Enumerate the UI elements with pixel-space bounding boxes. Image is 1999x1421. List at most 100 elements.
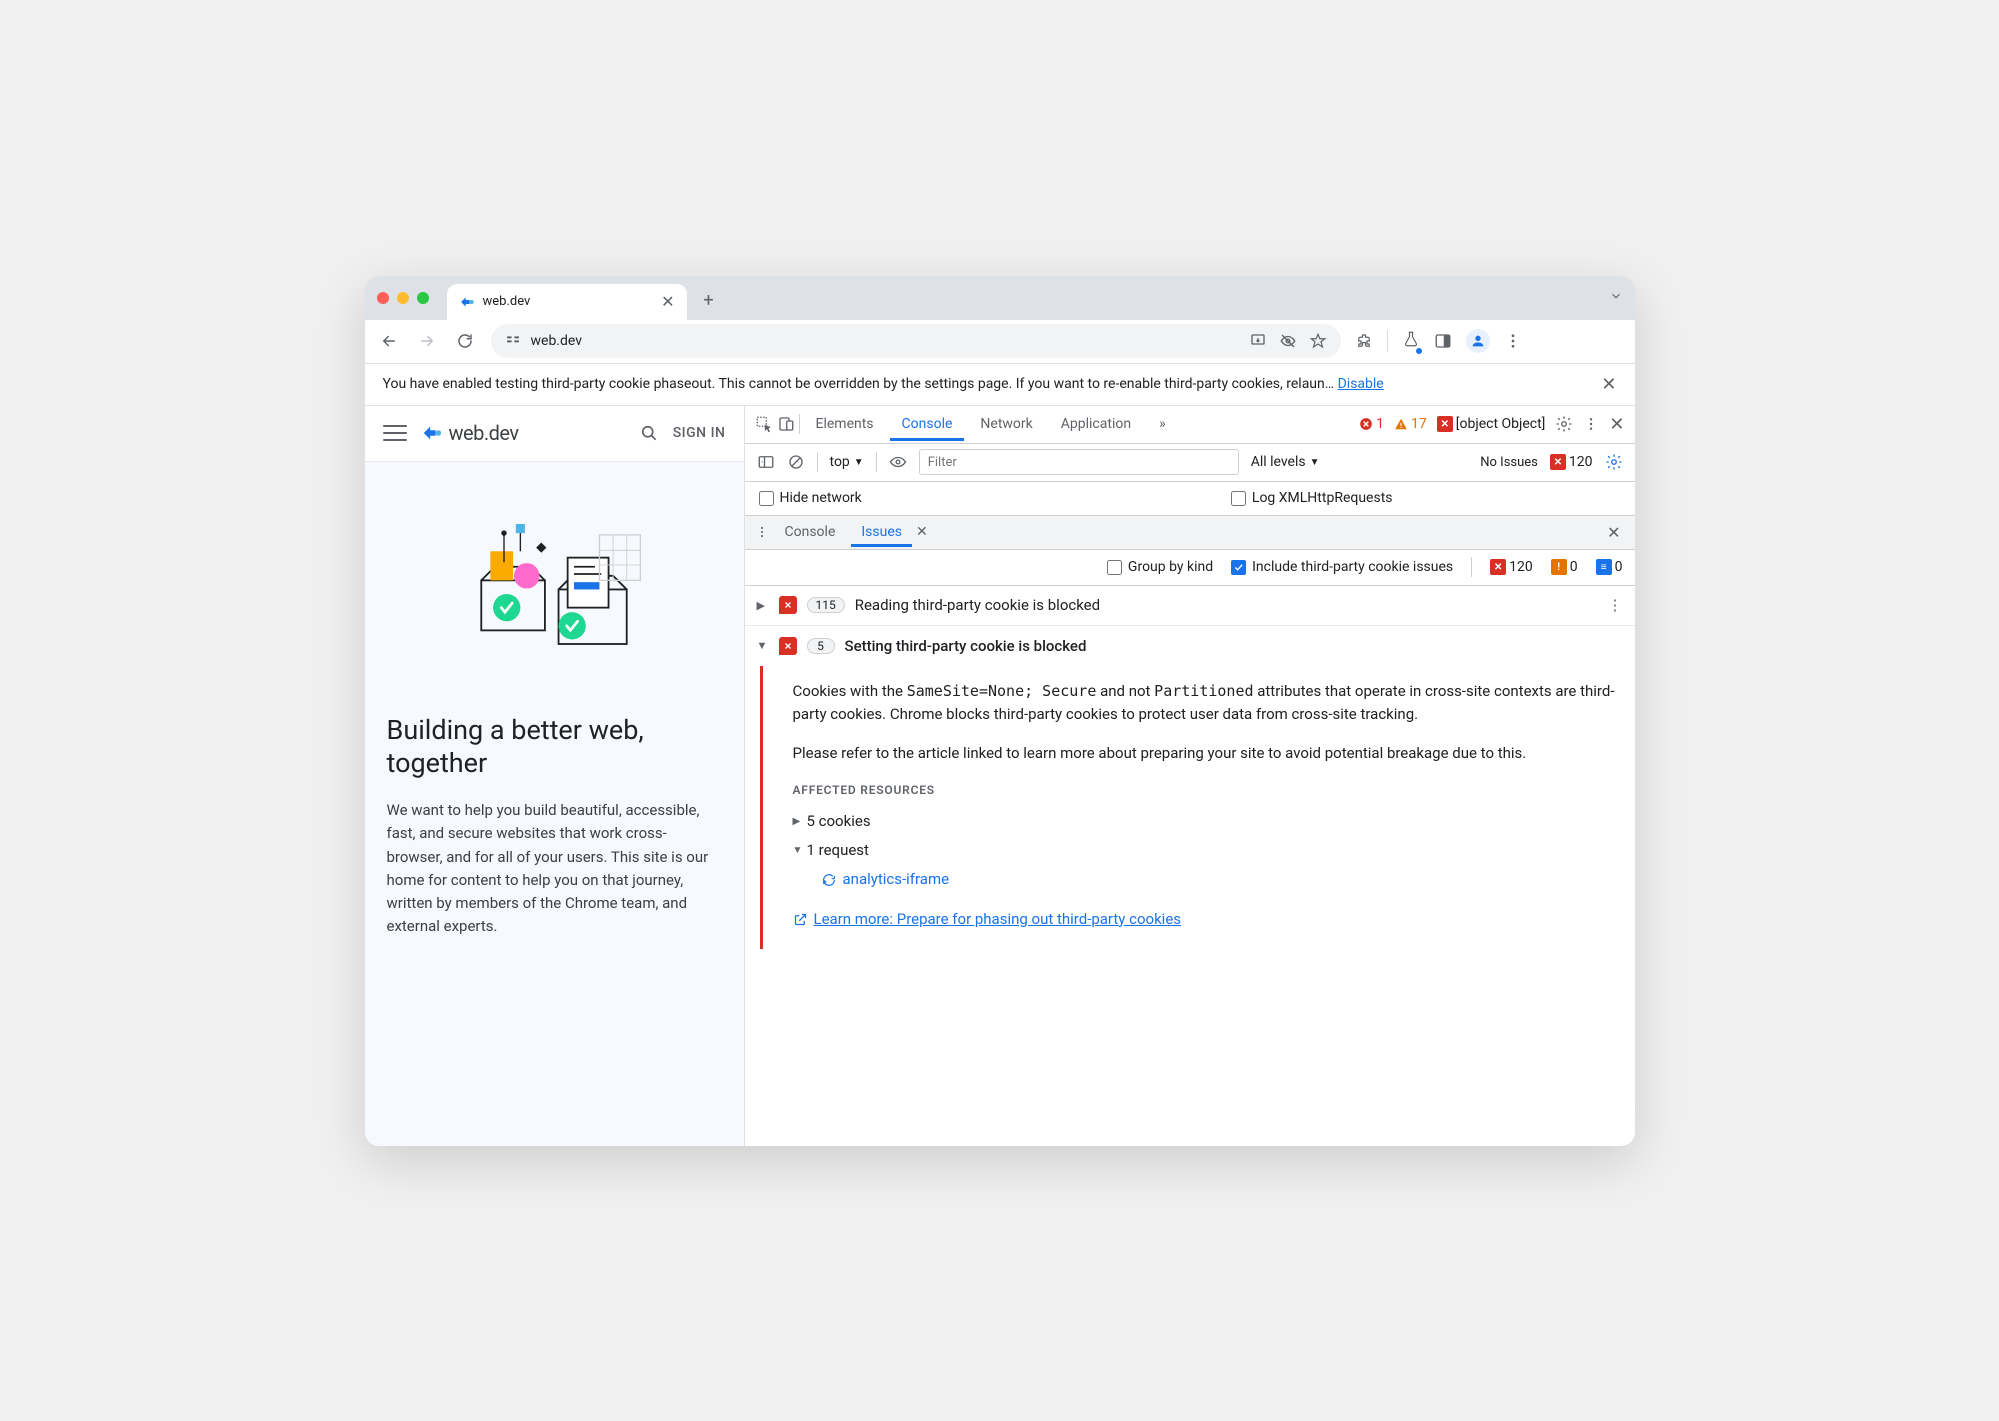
tab-elements[interactable]: Elements	[804, 407, 886, 441]
issue-description: Cookies with the SameSite=None; Secure a…	[793, 680, 1617, 727]
devtools-status: 1 17 ✕[object Object] ✕	[1359, 414, 1624, 435]
live-expression-icon[interactable]	[889, 453, 907, 471]
issue-detail: Cookies with the SameSite=None; Secure a…	[760, 666, 1635, 949]
tab-network[interactable]: Network	[968, 407, 1044, 441]
drawer-tab-issues[interactable]: Issues	[851, 517, 912, 547]
close-tab-button[interactable]: ✕	[661, 292, 674, 311]
install-icon[interactable]	[1249, 332, 1267, 350]
favicon-icon	[459, 294, 475, 310]
page-viewport: web.dev SIGN IN	[365, 406, 745, 1146]
extensions-icon[interactable]	[1355, 332, 1373, 350]
refresh-icon	[821, 872, 837, 888]
hero-illustration	[454, 504, 654, 684]
browser-tab[interactable]: web.dev ✕	[447, 284, 687, 320]
issues-red-count: ✕120	[1490, 559, 1533, 575]
gear-icon[interactable]	[1555, 415, 1573, 433]
site-settings-icon[interactable]	[505, 333, 521, 349]
kebab-icon[interactable]	[1583, 416, 1599, 432]
issue-severity-icon	[779, 637, 797, 655]
log-level-selector[interactable]: All levels▼	[1251, 454, 1320, 470]
filter-input[interactable]	[919, 449, 1239, 475]
address-bar[interactable]: web.dev	[491, 324, 1341, 358]
reload-button[interactable]	[453, 329, 477, 353]
device-icon[interactable]	[777, 415, 795, 433]
issue-row[interactable]: ▼ 5 Setting third-party cookie is blocke…	[745, 626, 1635, 666]
issue-title: Reading third-party cookie is blocked	[855, 596, 1100, 614]
signin-button[interactable]: SIGN IN	[673, 425, 726, 441]
side-panel-icon[interactable]	[1434, 332, 1452, 350]
issue-severity-icon	[779, 596, 797, 614]
tab-console[interactable]: Console	[890, 407, 965, 441]
clear-console-icon[interactable]	[787, 453, 805, 471]
error-count[interactable]: 1	[1359, 416, 1384, 432]
back-arrow-icon	[380, 332, 398, 350]
inspect-icon[interactable]	[755, 415, 773, 433]
drawer-tab-console[interactable]: Console	[775, 517, 846, 547]
issues-count[interactable]: ✕[object Object]	[1437, 416, 1546, 432]
divider	[1387, 330, 1388, 352]
drawer-tab-close[interactable]: ✕	[916, 524, 928, 540]
menu-button[interactable]	[383, 421, 407, 445]
maximize-window-button[interactable]	[417, 292, 429, 304]
toolbar-issues-count[interactable]: ✕120	[1550, 454, 1593, 470]
issue-title: Setting third-party cookie is blocked	[845, 637, 1087, 655]
tab-search-button[interactable]	[1609, 288, 1623, 307]
infobar-close-button[interactable]: ✕	[1601, 374, 1616, 395]
tab-application[interactable]: Application	[1049, 407, 1143, 441]
drawer-close-button[interactable]: ✕	[1603, 523, 1624, 542]
omnibox-actions	[1249, 332, 1327, 350]
person-icon	[1470, 333, 1486, 349]
affected-resources: AFFECTED RESOURCES ▶5 cookies ▼1 request…	[793, 781, 1617, 891]
sidebar-toggle-icon[interactable]	[757, 453, 775, 471]
eye-off-icon[interactable]	[1279, 332, 1297, 350]
page-description: We want to help you build beautiful, acc…	[387, 799, 722, 939]
search-icon[interactable]	[639, 423, 659, 443]
minimize-window-button[interactable]	[397, 292, 409, 304]
group-by-kind-checkbox[interactable]: Group by kind	[1107, 559, 1213, 575]
new-tab-button[interactable]: +	[695, 287, 723, 315]
reload-icon	[456, 332, 474, 350]
site-logo[interactable]: web.dev	[421, 421, 519, 445]
console-settings-icon[interactable]	[1605, 453, 1623, 471]
disclose-icon: ▼	[757, 639, 769, 652]
request-link[interactable]: analytics-iframe	[821, 868, 1617, 891]
affected-cookies[interactable]: ▶5 cookies	[793, 810, 1617, 833]
logo-icon	[421, 422, 443, 444]
infobar-disable-link[interactable]: Disable	[1338, 376, 1384, 392]
more-tabs-button[interactable]: »	[1147, 407, 1178, 441]
issue-row[interactable]: ▶ 115 Reading third-party cookie is bloc…	[745, 586, 1635, 626]
disclose-icon: ▶	[757, 599, 769, 612]
no-issues-label[interactable]: No Issues	[1480, 455, 1538, 470]
external-link-icon	[793, 912, 808, 927]
content-area: web.dev SIGN IN	[365, 406, 1635, 1146]
log-xhr-checkbox[interactable]: Log XMLHttpRequests	[1231, 490, 1393, 506]
close-window-button[interactable]	[377, 292, 389, 304]
star-icon[interactable]	[1309, 332, 1327, 350]
issue-more-icon[interactable]: ⋮	[1608, 596, 1623, 614]
url-text: web.dev	[531, 333, 583, 349]
warning-icon	[1394, 417, 1408, 431]
include-3p-checkbox[interactable]: Include third-party cookie issues	[1231, 559, 1453, 575]
page-heading: Building a better web, together	[387, 714, 722, 782]
drawer-menu-icon[interactable]	[755, 525, 769, 539]
context-selector[interactable]: top ▼	[830, 454, 864, 470]
profile-button[interactable]	[1466, 329, 1490, 353]
warning-count[interactable]: 17	[1394, 416, 1427, 432]
issues-blue-count: ≡0	[1596, 559, 1623, 575]
infobar: You have enabled testing third-party coo…	[365, 364, 1635, 406]
learn-more-link[interactable]: Learn more: Prepare for phasing out thir…	[793, 908, 1617, 931]
affected-requests[interactable]: ▼1 request	[793, 839, 1617, 862]
devtools-close-button[interactable]: ✕	[1609, 414, 1624, 435]
back-button[interactable]	[377, 329, 401, 353]
hide-network-checkbox[interactable]: Hide network	[759, 490, 862, 506]
toolbar-right	[1355, 329, 1522, 353]
error-icon	[1359, 417, 1373, 431]
console-toolbar: top ▼ All levels▼ No Issues ✕120	[745, 444, 1635, 482]
titlebar: web.dev ✕ +	[365, 276, 1635, 320]
issue-description-2: Please refer to the article linked to le…	[793, 742, 1617, 765]
issues-orange-count: !0	[1551, 559, 1578, 575]
flask-icon	[1402, 330, 1420, 348]
forward-button[interactable]	[415, 329, 439, 353]
menu-icon[interactable]	[1504, 332, 1522, 350]
labs-button[interactable]	[1402, 330, 1420, 352]
